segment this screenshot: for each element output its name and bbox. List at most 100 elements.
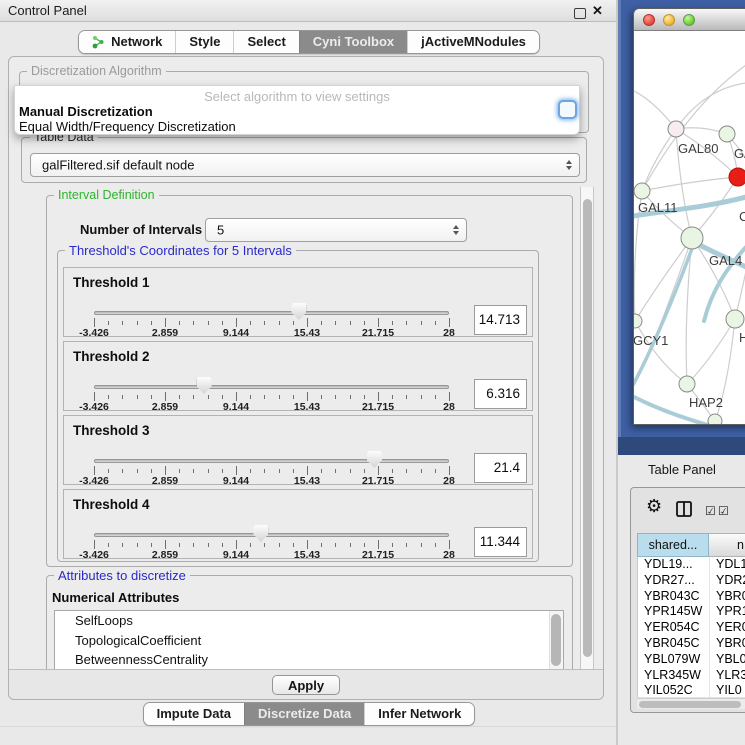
number-of-intervals-combo[interactable]: 5 (205, 218, 467, 242)
threshold-value-field[interactable]: 11.344 (474, 527, 527, 557)
mac-close-icon[interactable] (643, 14, 655, 26)
table-row[interactable]: YBL079W YBL0 (638, 652, 745, 668)
network-window-titlebar[interactable] (634, 9, 745, 31)
interval-definition-group: Interval Definition Number of Intervals … (46, 195, 573, 567)
table-row[interactable]: YDL19... YDL1 (638, 557, 745, 573)
tick-mark (208, 395, 209, 399)
tab-jactivemnodules[interactable]: jActiveMNodules (407, 31, 539, 53)
tab-cyni-toolbox[interactable]: Cyni Toolbox (299, 31, 407, 53)
tab-infer-network[interactable]: Infer Network (364, 703, 474, 725)
checkbox-icon[interactable]: ☑ (718, 504, 729, 518)
threshold-panel: Threshold 2 -3.4262.8599.14415.4321.7152… (63, 341, 533, 411)
algorithm-combo-focus-ring[interactable] (558, 100, 577, 119)
threshold-value-field[interactable]: 6.316 (474, 379, 527, 409)
thresholds-group: Threshold's Coordinates for 5 Intervals … (57, 250, 539, 562)
node-gal4[interactable] (681, 227, 703, 249)
checkbox-icon[interactable]: ☑ (705, 504, 716, 518)
columns-icon[interactable] (676, 501, 692, 517)
column-header-name[interactable]: n (709, 533, 745, 557)
network-canvas[interactable]: GAL80 GA C GAL11 GAL4 GCY1 H HAP2 (634, 31, 745, 425)
tab-network[interactable]: Network (79, 31, 175, 53)
table-row[interactable]: YBR045C YBR0 (638, 636, 745, 652)
network-graph: GAL80 GA C GAL11 GAL4 GCY1 H HAP2 (634, 31, 745, 425)
tick-mark (406, 543, 407, 547)
algorithm-option-manual[interactable]: Manual Discretization (19, 104, 153, 119)
tick-mark (236, 392, 237, 401)
slider-track[interactable] (94, 385, 449, 389)
gear-icon[interactable]: ⚙ (646, 496, 662, 517)
tick-mark (179, 543, 180, 547)
float-window-icon[interactable] (574, 8, 586, 19)
node-gal-partial[interactable] (719, 126, 735, 142)
tick-mark (378, 318, 379, 327)
slider-track[interactable] (94, 459, 449, 463)
node-label-hap2: HAP2 (689, 395, 723, 410)
list-scrollbar-thumb[interactable] (551, 614, 561, 666)
table-row[interactable]: YDR27... YDR2 (638, 573, 745, 589)
node-red[interactable] (729, 168, 745, 186)
node-gal80[interactable] (668, 121, 684, 137)
settings-scrollbar-thumb[interactable] (583, 199, 592, 657)
node-label-gal4: GAL4 (709, 253, 742, 268)
tab-impute-data[interactable]: Impute Data (144, 703, 244, 725)
list-item[interactable]: TopologicalCoefficient (55, 631, 563, 651)
tick-mark (264, 395, 265, 399)
table-horizontal-scrollbar[interactable] (637, 698, 745, 709)
tick-mark (421, 321, 422, 325)
tab-discretize-data[interactable]: Discretize Data (244, 703, 364, 725)
tab-select[interactable]: Select (233, 31, 298, 53)
panel-title: Control Panel (8, 3, 87, 18)
tick-mark (193, 395, 194, 399)
bottom-tab-bar: Impute Data Discretize Data Infer Networ… (0, 702, 618, 726)
tick-label: 9.144 (223, 327, 249, 339)
node-gal11[interactable] (634, 183, 650, 199)
table-row[interactable]: YIL052C YIL0 (638, 683, 745, 697)
tick-mark (392, 321, 393, 325)
table-horizontal-scrollbar-thumb[interactable] (639, 701, 741, 708)
node-label-gcy1: GCY1 (634, 333, 668, 348)
slider-track[interactable] (94, 311, 449, 315)
cell-shared-name: YBR043C (638, 589, 710, 605)
tick-mark (94, 466, 95, 475)
table-row[interactable]: YPR145W YPR1 (638, 604, 745, 620)
table-row[interactable]: YBR043C YBR0 (638, 589, 745, 605)
threshold-label: Threshold 1 (73, 275, 150, 290)
cell-shared-name: YER054C (638, 620, 710, 636)
node-partial-bottom[interactable] (708, 414, 722, 425)
tick-mark (293, 395, 294, 399)
tick-label: 9.144 (223, 475, 249, 487)
app-root: Control Panel ✕ Network Style (0, 0, 745, 745)
threshold-value-field[interactable]: 21.4 (474, 453, 527, 483)
tick-mark (179, 469, 180, 473)
close-icon[interactable]: ✕ (592, 3, 603, 19)
list-item[interactable]: SelfLoops (55, 611, 563, 631)
tab-style[interactable]: Style (175, 31, 233, 53)
tick-mark (392, 395, 393, 399)
numerical-attributes-label: Numerical Attributes (52, 590, 179, 605)
table-data-combo[interactable]: galFiltered.sif default node (30, 153, 580, 177)
tick-mark (222, 395, 223, 399)
node-hap2[interactable] (679, 376, 695, 392)
apply-button[interactable]: Apply (272, 675, 340, 695)
settings-scrollbar[interactable] (580, 187, 594, 669)
cell-name: YPR1 (710, 604, 745, 620)
list-item[interactable]: BetweennessCentrality (55, 650, 563, 669)
network-window[interactable]: GAL80 GA C GAL11 GAL4 GCY1 H HAP2 (633, 8, 745, 425)
threshold-value-field[interactable]: 14.713 (474, 305, 527, 335)
tick-mark (122, 469, 123, 473)
node-h-partial[interactable] (726, 310, 744, 328)
attributes-group-label: Attributes to discretize (54, 568, 190, 583)
tick-mark (449, 318, 450, 327)
node-gcy1[interactable] (634, 314, 642, 328)
algorithm-option-equal-width[interactable]: Equal Width/Frequency Discretization (19, 119, 236, 134)
column-header-shared-name[interactable]: shared... (637, 533, 709, 557)
mac-minimize-icon[interactable] (663, 14, 675, 26)
table-row[interactable]: YER054C YER0 (638, 620, 745, 636)
tick-label: 15.43 (294, 401, 320, 413)
tick-mark (421, 543, 422, 547)
mac-zoom-icon[interactable] (683, 14, 695, 26)
control-panel-titlebar: Control Panel ✕ (0, 0, 618, 22)
tab-discretize-data-label: Discretize Data (258, 706, 351, 721)
table-row[interactable]: YLR345W YLR3 (638, 668, 745, 684)
slider-track[interactable] (94, 533, 449, 537)
